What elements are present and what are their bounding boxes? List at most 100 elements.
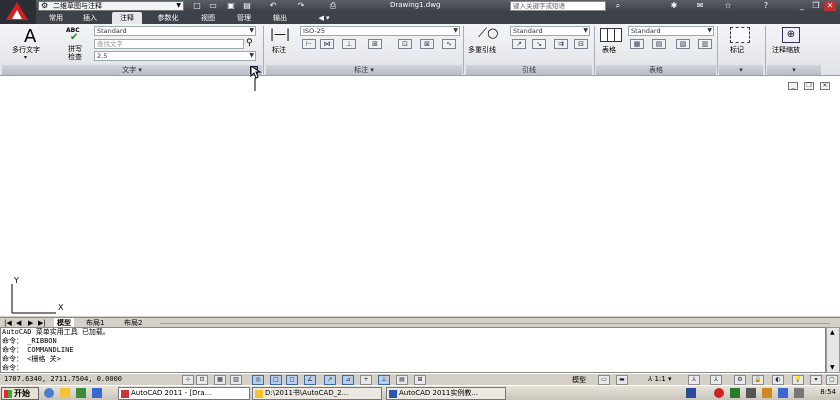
leader-panel-title[interactable]: 引线	[466, 65, 592, 75]
ortho-mode-icon[interactable]: ▥	[230, 375, 242, 385]
dimension-style-select[interactable]: ISO-25 ▼	[300, 26, 460, 36]
tab-parametric[interactable]: 参数化	[148, 12, 188, 24]
workspace-switching-icon[interactable]: ⚙	[734, 375, 746, 385]
search-input[interactable]: 键入关键字或短语	[510, 1, 606, 11]
command-window[interactable]: AutoCAD 菜单实用工具 已加载。 命令： _RIBBON 命令： COMM…	[0, 327, 826, 373]
language-icon[interactable]	[686, 388, 696, 398]
tray-speaker-icon[interactable]	[794, 388, 804, 398]
tab-manage[interactable]: 管理	[230, 12, 258, 24]
table-panel-title[interactable]: 表格	[596, 65, 716, 75]
lineweight-icon[interactable]: +	[360, 375, 372, 385]
multileader-button[interactable]: 多重引线	[468, 45, 496, 55]
dynamic-input-icon[interactable]: ⊿	[342, 375, 354, 385]
dimension-button[interactable]: 标注	[272, 45, 286, 55]
text-panel-title[interactable]: 文字 ▾	[2, 65, 262, 75]
tab-home[interactable]: 常用	[42, 12, 70, 24]
quick-view-layouts-icon[interactable]: ▭	[598, 375, 610, 385]
save-icon[interactable]: ▣	[224, 1, 238, 11]
tray-network-icon[interactable]	[730, 388, 740, 398]
add-leader-icon[interactable]: ↗	[512, 39, 526, 49]
tab-output[interactable]: 输出	[266, 12, 294, 24]
quicklaunch-icon[interactable]	[76, 388, 86, 398]
collect-leader-icon[interactable]: ⊟	[574, 39, 588, 49]
align-leader-icon[interactable]: ⇉	[554, 39, 568, 49]
desktop-icon[interactable]	[92, 388, 102, 398]
task-autocad[interactable]: AutoCAD 2011 - [Dra...	[118, 387, 250, 400]
clean-screen-icon[interactable]: ▢	[826, 375, 838, 385]
annotation-visibility-icon[interactable]: ⅄	[688, 375, 700, 385]
find-replace-icon[interactable]: ⚲	[246, 38, 253, 48]
tab-view[interactable]: 视图	[194, 12, 222, 24]
3d-osnap-icon[interactable]: ◻	[286, 375, 298, 385]
tab-annotate[interactable]: 注释	[112, 12, 142, 24]
grid-display-icon[interactable]: ▦	[214, 375, 226, 385]
object-snap-tracking-icon[interactable]: ∠	[304, 375, 316, 385]
ie-icon[interactable]	[44, 388, 54, 398]
dimension-break-icon[interactable]: ⊥	[342, 39, 356, 49]
isolate-objects-icon[interactable]: 💡	[792, 375, 804, 385]
task-explorer[interactable]: D:\2011书\AutoCAD_2...	[252, 387, 382, 400]
redo-icon[interactable]: ↷	[294, 1, 308, 11]
plot-icon[interactable]: ⎙	[326, 1, 340, 11]
infer-constraints-icon[interactable]: ⊹	[182, 375, 194, 385]
folder-icon[interactable]	[60, 388, 70, 398]
table-icon[interactable]	[600, 28, 622, 42]
spell-check-button[interactable]: 拼写 检查	[68, 45, 82, 61]
auto-scale-icon[interactable]: ⅄	[710, 375, 722, 385]
clock[interactable]: 8:54	[820, 388, 836, 396]
model-space-label[interactable]: 模型	[572, 375, 586, 385]
tools-icon[interactable]: ✱	[668, 1, 680, 11]
tray-volume-icon[interactable]	[746, 388, 756, 398]
hardware-acceleration-icon[interactable]: ◐	[772, 375, 784, 385]
snap-mode-icon[interactable]: ⊡	[196, 375, 208, 385]
undo-icon[interactable]: ↶	[266, 1, 280, 11]
multileader-style-select[interactable]: Standard ▼	[510, 26, 590, 36]
new-icon[interactable]: □	[190, 1, 204, 11]
communication-icon[interactable]: ✉	[694, 1, 706, 11]
extract-data-icon[interactable]: ▦	[630, 39, 644, 49]
find-text-input[interactable]: 查找文字	[94, 39, 244, 49]
minimize-icon[interactable]: _	[796, 1, 808, 11]
adjust-space-icon[interactable]: ⊞	[368, 39, 382, 49]
markup-icon[interactable]	[730, 27, 750, 43]
drawing-area[interactable]	[0, 76, 840, 316]
status-menu-icon[interactable]: ▾	[810, 375, 822, 385]
markup-panel-title[interactable]: ▾	[719, 65, 763, 75]
star-icon[interactable]: ☆	[722, 1, 734, 11]
polar-tracking-icon[interactable]: ◎	[252, 375, 264, 385]
table-button[interactable]: 表格	[602, 45, 616, 55]
dynamic-ucs-icon[interactable]: ↗	[324, 375, 336, 385]
quick-view-drawings-icon[interactable]: ▬	[616, 375, 628, 385]
workspace-select[interactable]: ⚙ 二维草图与注释 ▼	[38, 1, 184, 11]
coordinates-readout[interactable]: 1707.6340, 2711.7504, 0.0000	[4, 375, 122, 383]
selection-cycling-icon[interactable]: ⊞	[414, 375, 426, 385]
markup-button[interactable]: 标记	[730, 45, 744, 55]
continue-dimension-icon[interactable]: ⋈	[320, 39, 334, 49]
annotation-scale-readout[interactable]: ⅄ 1:1 ▾	[648, 375, 672, 383]
application-menu-button[interactable]	[0, 0, 36, 24]
task-word[interactable]: AutoCAD 2011实例教...	[386, 387, 506, 400]
multiline-text-icon[interactable]: A	[24, 26, 36, 47]
lock-icon[interactable]: 🔒	[752, 375, 764, 385]
tray-misc-icon[interactable]	[778, 388, 788, 398]
link-data-icon[interactable]: ▤	[652, 39, 666, 49]
object-snap-icon[interactable]: □	[270, 375, 282, 385]
quick-dimension-icon[interactable]: ⊢	[302, 39, 316, 49]
drawing-restore-icon[interactable]: ❐	[804, 82, 814, 90]
open-icon[interactable]: ▭	[206, 1, 220, 11]
tray-app-icon[interactable]	[714, 388, 724, 398]
tab-insert[interactable]: 插入	[76, 12, 104, 24]
inspect-icon[interactable]: ⊡	[398, 39, 412, 49]
download-from-source-icon[interactable]: ▧	[676, 39, 690, 49]
annotation-scale-icon[interactable]: ⊕	[782, 27, 800, 43]
command-scrollbar[interactable]: ▲ ▼	[826, 327, 840, 373]
start-button[interactable]: 开始	[1, 387, 39, 400]
chevron-down-icon[interactable]: ▾	[24, 54, 27, 61]
binoculars-icon[interactable]: ⌕	[612, 1, 624, 11]
scroll-down-icon[interactable]: ▼	[830, 364, 835, 371]
annotation-scaling-button[interactable]: 注释缩放	[772, 45, 800, 55]
ribbon-minimize-button[interactable]: ◀ ▾	[314, 12, 334, 24]
jogged-linear-icon[interactable]: ⊠	[420, 39, 434, 49]
drawing-close-icon[interactable]: ✕	[820, 82, 830, 90]
table-style-select[interactable]: Standard ▼	[628, 26, 714, 36]
